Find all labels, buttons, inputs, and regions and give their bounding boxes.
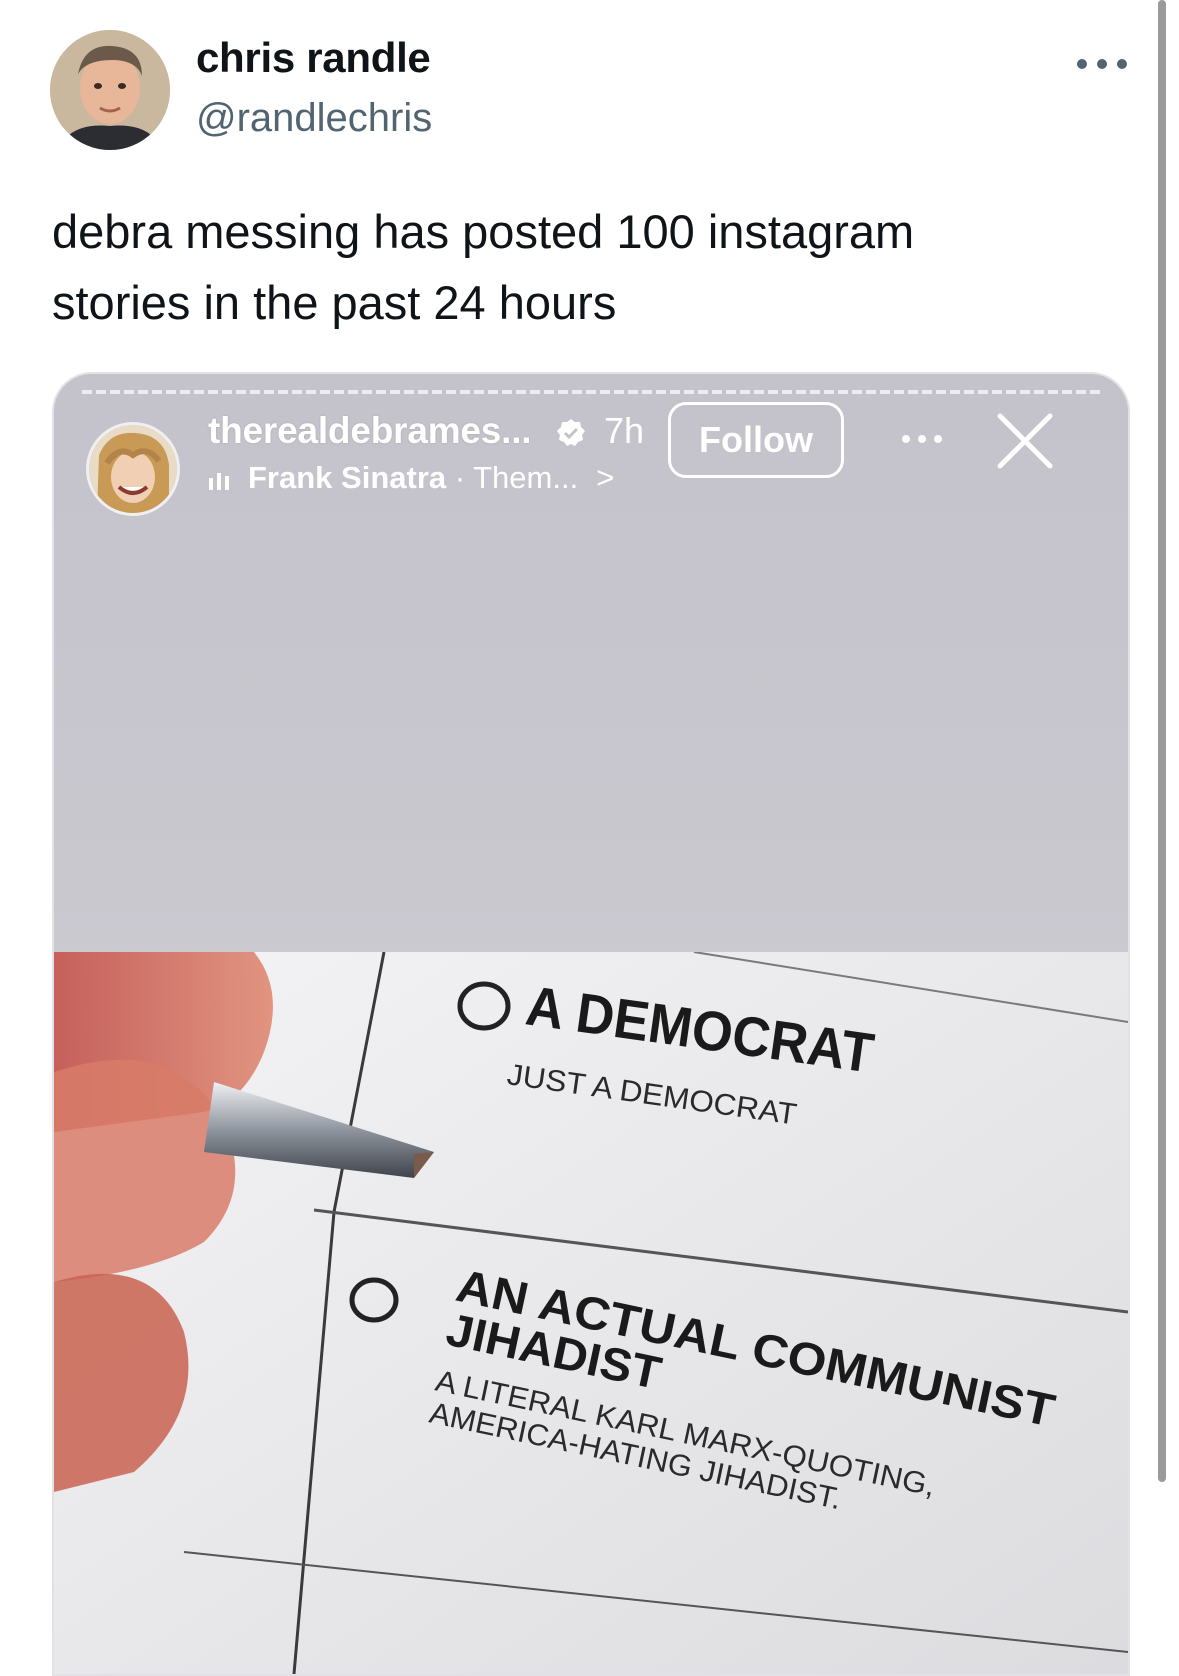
author-handle[interactable]: @randlechris (196, 96, 432, 141)
close-icon[interactable] (994, 410, 1056, 472)
more-horizontal-icon[interactable] (1072, 54, 1132, 74)
profile-photo-icon (89, 425, 177, 513)
music-track: Them... (473, 460, 579, 495)
story-username[interactable]: therealdebrames... (208, 410, 532, 452)
music-bars-icon (208, 470, 230, 492)
story-avatar[interactable] (86, 422, 180, 516)
verified-badge-icon (556, 418, 586, 448)
tweet-text-line: debra messing has posted 100 instagram (52, 205, 915, 258)
music-artist: Frank Sinatra (248, 460, 447, 495)
profile-photo-icon (50, 30, 170, 150)
story-progress-bar (82, 390, 1104, 394)
more-horizontal-icon[interactable] (900, 432, 944, 446)
story-media[interactable]: therealdebrames... 7h Frank Sinatra · Th… (52, 372, 1130, 1676)
story-time: 7h (604, 410, 645, 451)
author-display-name[interactable]: chris randle (196, 34, 431, 82)
tweet-text: debra messing has posted 100 instagram s… (52, 196, 1092, 338)
story-music-link[interactable]: Frank Sinatra · Them... > (248, 460, 614, 496)
chevron-right-icon: > (596, 460, 615, 495)
ballot-photo: A DEMOCRAT JUST A DEMOCRAT AN ACTUAL COM… (54, 951, 1128, 1674)
tweet-text-line: stories in the past 24 hours (52, 276, 617, 329)
scrollbar[interactable] (1158, 0, 1166, 1482)
author-avatar[interactable] (50, 30, 170, 150)
follow-button[interactable]: Follow (668, 402, 844, 478)
music-separator: · (446, 460, 474, 495)
